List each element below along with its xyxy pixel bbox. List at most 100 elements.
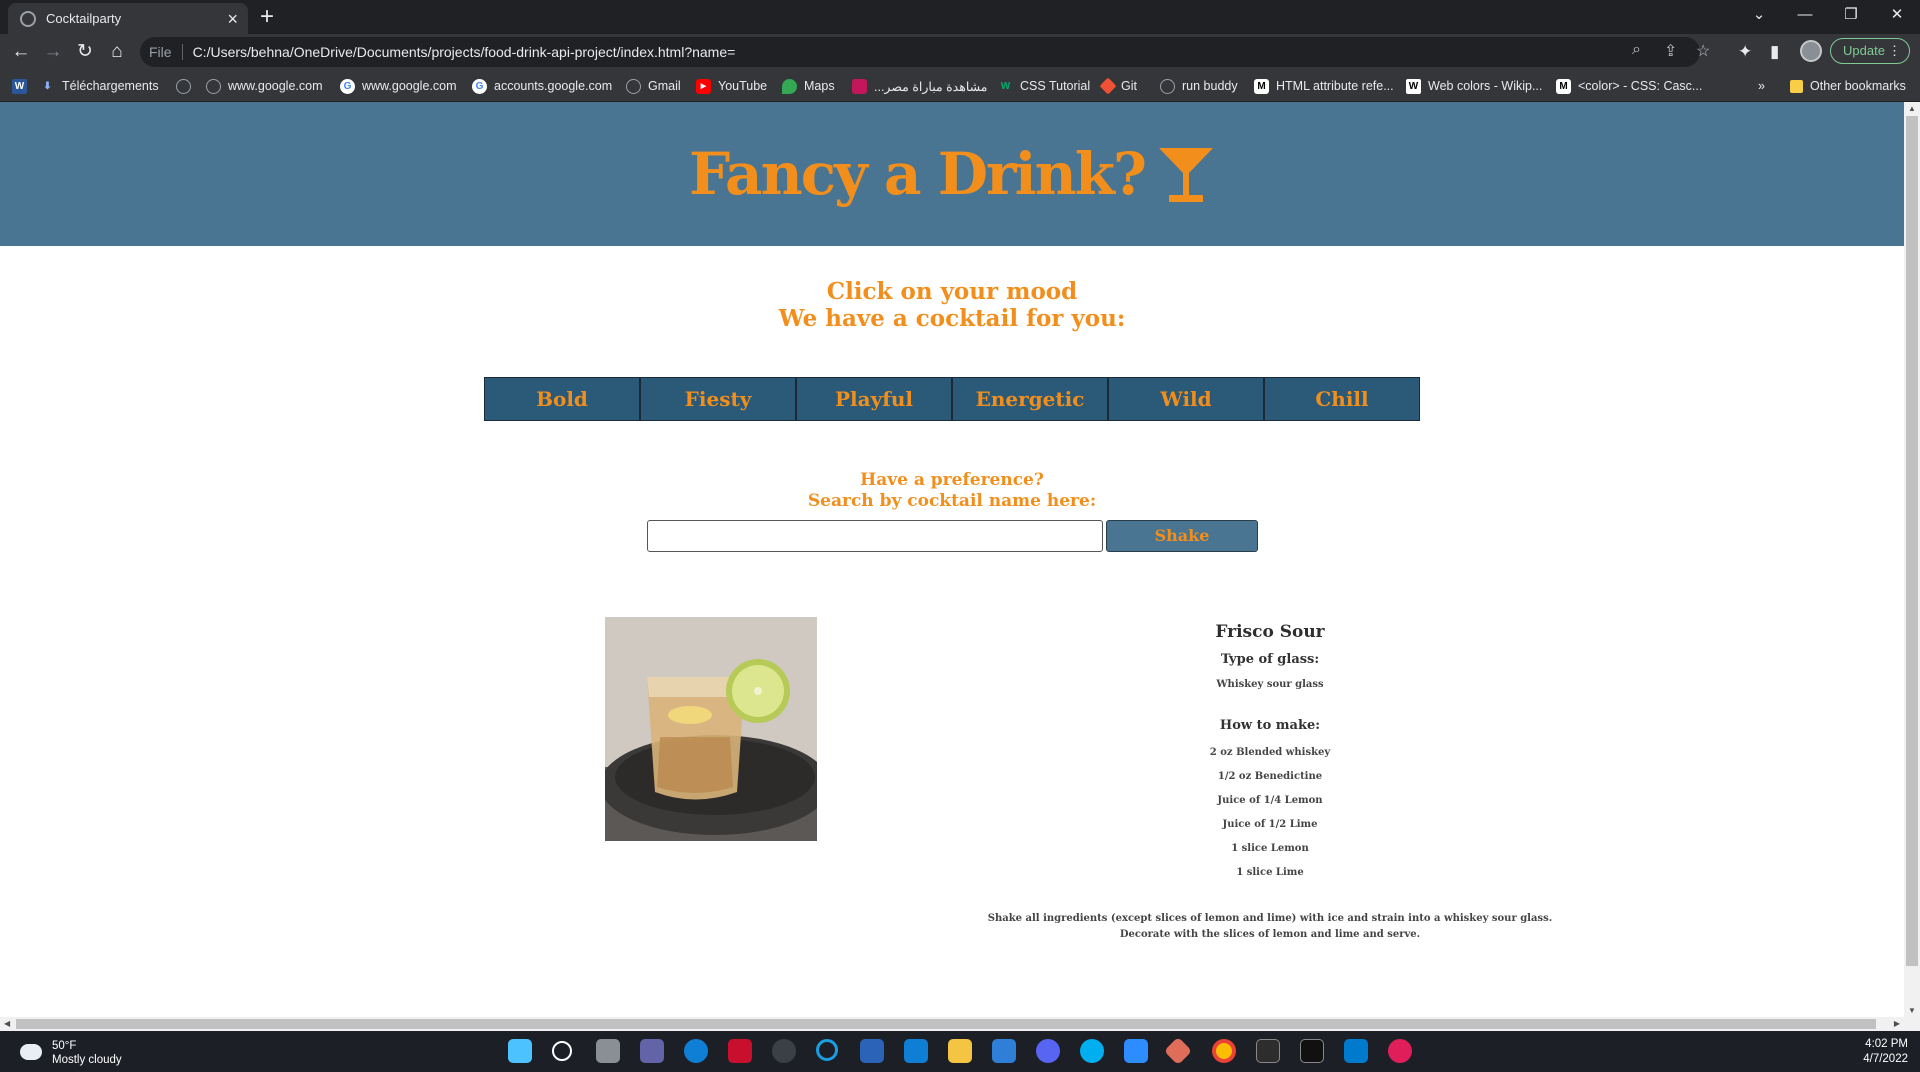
mood-playful-button[interactable]: Playful — [796, 377, 952, 421]
store-icon[interactable] — [860, 1039, 884, 1063]
chrome-icon[interactable] — [1212, 1039, 1236, 1063]
system-clock[interactable]: 4:02 PM 4/7/2022 — [1863, 1037, 1908, 1067]
cocktail-search-input[interactable] — [647, 520, 1103, 552]
bookmark-5[interactable]: Gmail — [626, 70, 681, 102]
bookmark-label: CSS Tutorial — [1020, 79, 1091, 93]
tab-search-icon[interactable]: ⌄ — [1736, 0, 1782, 30]
scroll-up-icon[interactable]: ▲ — [1908, 104, 1916, 113]
update-label: Update — [1843, 43, 1885, 58]
weather-widget[interactable]: 50°F Mostly cloudy — [20, 1039, 122, 1067]
mood-bold-button[interactable]: Bold — [484, 377, 640, 421]
ingredient-item: 1 slice Lime — [1236, 867, 1304, 878]
profile-avatar[interactable] — [1800, 40, 1822, 62]
search-icon[interactable] — [552, 1041, 572, 1061]
scroll-right-icon[interactable]: ▶ — [1894, 1019, 1900, 1028]
bookmark-label: accounts.google.com — [494, 79, 613, 93]
browser-toolbar: ← → ↻ ⌂ i File C:/Users/behna/OneDrive/D… — [0, 34, 1920, 573]
slack-icon[interactable] — [1388, 1039, 1412, 1063]
command-prompt-icon[interactable] — [1300, 1039, 1324, 1063]
bookmark-6[interactable]: ▶ YouTube — [696, 70, 767, 102]
close-window-button[interactable]: ✕ — [1874, 0, 1920, 30]
bookmark-11[interactable]: run buddy — [1160, 70, 1238, 102]
overflow-chevron-icon: » — [1758, 79, 1765, 93]
reload-icon[interactable]: ↻ — [72, 39, 98, 65]
vscode-icon[interactable] — [1344, 1039, 1368, 1063]
ingredient-item: 1/2 oz Benedictine — [1217, 771, 1323, 782]
url-text[interactable]: C:/Users/behna/OneDrive/Documents/projec… — [193, 44, 736, 60]
terminal-icon[interactable] — [1256, 1039, 1280, 1063]
update-button[interactable]: Update ⋮ — [1830, 38, 1910, 64]
bookmark-7[interactable]: Maps — [782, 70, 835, 102]
vertical-scrollbar[interactable]: ▲ ▼ — [1904, 102, 1920, 1017]
bookmark-star-icon[interactable]: ☆ — [1696, 41, 1710, 61]
shake-button[interactable]: Shake — [1106, 520, 1258, 552]
address-bar[interactable]: i File C:/Users/behna/OneDrive/Documents… — [140, 37, 1700, 573]
bookmark-3[interactable]: Gwww.google.com — [340, 70, 457, 102]
bookmark-1[interactable] — [176, 70, 198, 102]
restore-button[interactable]: ❐ — [1828, 0, 1874, 30]
bookmark-label: run buddy — [1182, 79, 1238, 93]
bookmark-word[interactable]: W — [12, 70, 34, 102]
mail-icon[interactable] — [904, 1039, 928, 1063]
bookmark-9[interactable]: W CSS Tutorial — [998, 70, 1090, 102]
bookmark-4[interactable]: Gaccounts.google.com — [472, 70, 612, 102]
cocktail-glass-icon — [1158, 148, 1213, 202]
wikipedia-icon: W — [1406, 78, 1421, 94]
bookmark-13[interactable]: W Web colors - Wikip... — [1406, 70, 1542, 102]
bookmark-label: Téléchargements — [62, 79, 159, 93]
home-icon[interactable]: ⌂ — [104, 39, 130, 65]
search-prompt-line-1: Have a preference? — [860, 470, 1044, 490]
scrollbar-thumb[interactable] — [16, 1019, 1876, 1029]
skype-icon[interactable] — [1080, 1039, 1104, 1063]
scroll-down-icon[interactable]: ▼ — [1908, 1006, 1916, 1015]
side-panel-icon[interactable]: ▮ — [1770, 42, 1779, 62]
ingredient-item: 2 oz Blended whiskey — [1209, 747, 1331, 758]
horizontal-scrollbar[interactable]: ◀ ▶ — [0, 1017, 1920, 1031]
cortana-icon[interactable] — [816, 1039, 838, 1061]
file-explorer-icon[interactable] — [948, 1039, 972, 1063]
ingredient-list: 2 oz Blended whiskey 1/2 oz Benedictine … — [970, 741, 1570, 885]
bookmark-0[interactable]: ⬇ Téléchargements — [40, 70, 159, 102]
bookmark-2[interactable]: www.google.com — [206, 70, 323, 102]
discord-icon[interactable] — [1036, 1039, 1060, 1063]
globe-icon — [1160, 78, 1175, 94]
page-title: Fancy a Drink? — [689, 140, 1147, 208]
forward-icon[interactable]: → — [40, 39, 66, 65]
dell-icon[interactable] — [772, 1039, 796, 1063]
word-icon: W — [12, 78, 27, 94]
weather-condition: Mostly cloudy — [52, 1054, 122, 1066]
mood-fiesty-button[interactable]: Fiesty — [640, 377, 796, 421]
edge-icon[interactable] — [684, 1039, 708, 1063]
bookmark-label: www.google.com — [228, 79, 323, 93]
mcafee-icon[interactable] — [728, 1039, 752, 1063]
bookmark-12[interactable]: M HTML attribute refe... — [1254, 70, 1394, 102]
bookmark-8[interactable]: ...مشاهدة مباراة مصر — [852, 70, 988, 102]
back-icon[interactable]: ← — [8, 39, 34, 65]
search-prompt: Have a preference? Search by cocktail na… — [0, 470, 1904, 512]
new-tab-button[interactable]: + — [260, 3, 274, 31]
scroll-left-icon[interactable]: ◀ — [4, 1019, 10, 1028]
bookmark-label: <color> - CSS: Casc... — [1578, 79, 1703, 93]
calendar-icon[interactable] — [992, 1039, 1016, 1063]
task-view-icon[interactable] — [596, 1039, 620, 1063]
teams-icon[interactable] — [640, 1039, 664, 1063]
tab-cocktailparty[interactable]: Cocktailparty × — [8, 3, 248, 34]
mood-chill-button[interactable]: Chill — [1264, 377, 1420, 421]
bookmark-10[interactable]: Git — [1099, 70, 1137, 102]
mood-wild-button[interactable]: Wild — [1108, 377, 1264, 421]
bookmark-14[interactable]: M <color> - CSS: Casc... — [1556, 70, 1702, 102]
other-bookmarks[interactable]: Other bookmarks — [1790, 70, 1906, 102]
zoom-icon[interactable]: ⌕ — [1632, 41, 1641, 59]
zoom-app-icon[interactable] — [1124, 1039, 1148, 1063]
menu-dots-icon[interactable]: ⋮ — [1888, 39, 1901, 63]
clock-time: 4:02 PM — [1865, 1038, 1908, 1050]
start-icon[interactable] — [508, 1039, 532, 1063]
mood-energetic-button[interactable]: Energetic — [952, 377, 1108, 421]
gitkraken-icon[interactable] — [1163, 1036, 1193, 1066]
close-tab-icon[interactable]: × — [227, 10, 238, 28]
minimize-button[interactable]: — — [1782, 0, 1828, 30]
share-icon[interactable]: ⇪ — [1664, 41, 1677, 61]
extensions-icon[interactable]: ✦ — [1738, 42, 1752, 62]
scrollbar-thumb[interactable] — [1906, 116, 1918, 966]
bookmarks-overflow[interactable]: » — [1758, 70, 1765, 102]
